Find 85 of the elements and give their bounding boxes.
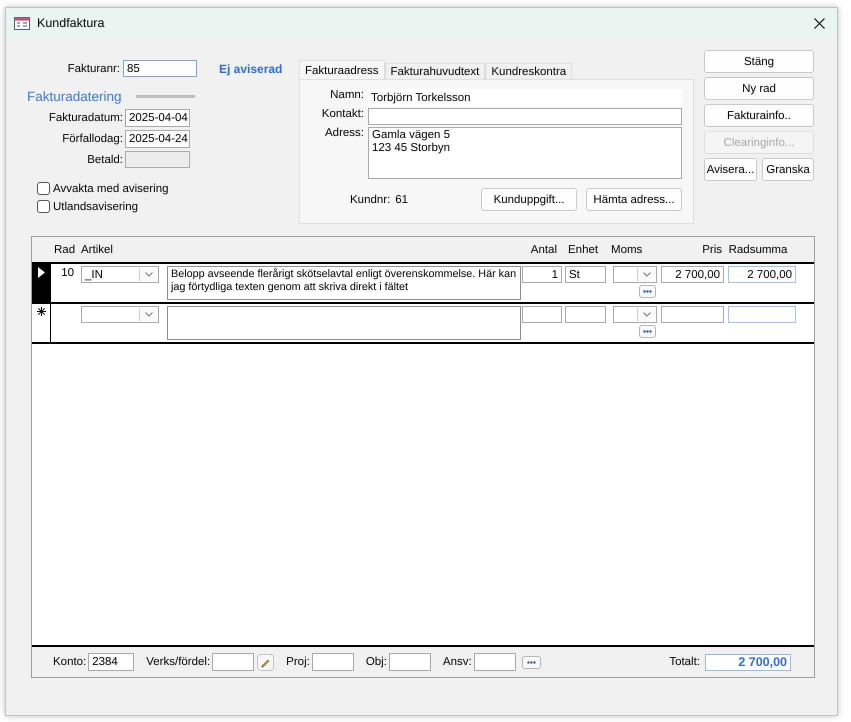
input-field[interactable]: Torbjörn Torkelsson (368, 89, 682, 106)
more-button[interactable] (639, 325, 656, 338)
field-label: Ansv: (442, 656, 472, 668)
table-cell[interactable] (728, 306, 796, 323)
column-header[interactable]: Radsumma (728, 244, 788, 256)
tab[interactable]: Fakturaadress (299, 60, 385, 79)
new-record-icon (36, 307, 46, 316)
checkbox[interactable] (37, 182, 50, 195)
table-cell[interactable]: 2 700,00 (661, 266, 724, 283)
dots-icon (526, 660, 536, 664)
column-header[interactable]: Antal (530, 244, 557, 256)
column-header[interactable]: Artikel (81, 244, 113, 256)
input-field[interactable]: 2384 (88, 653, 134, 671)
table-cell[interactable]: 2 700,00 (728, 266, 796, 283)
input-field[interactable] (474, 653, 516, 671)
checkbox[interactable] (37, 200, 50, 213)
close-icon (814, 18, 825, 28)
field-label: Totalt: (669, 656, 700, 668)
chevron-down-icon (642, 312, 650, 317)
input-field[interactable] (368, 108, 682, 125)
tab[interactable]: Kundreskontra (485, 63, 572, 79)
chevron-down-icon (144, 312, 152, 317)
form-icon (14, 16, 30, 30)
current-record-icon (38, 267, 44, 278)
address-field[interactable]: Gamla vägen 5 123 45 Storbyn (368, 127, 682, 179)
more-button[interactable] (522, 656, 541, 668)
action-button[interactable]: Stäng (704, 50, 814, 73)
customer-number: 61 (395, 194, 408, 206)
action-button[interactable]: Fakturainfo.. (704, 104, 814, 127)
field-label: Namn: (329, 89, 365, 101)
description-field[interactable]: Belopp avseende flerårigt skötselavtal enligt överenskommelse. Här kan jag förtydliga texten genom att skriva direkt i fältet (167, 266, 521, 300)
input-field[interactable] (212, 653, 254, 671)
chevron-down-icon (642, 272, 650, 277)
field-label: Fakturadatum: (48, 112, 124, 124)
total-field: 2 700,00 (705, 654, 791, 670)
row-number: 10 (61, 267, 74, 279)
input-field[interactable]: 85 (123, 60, 197, 77)
action-button[interactable]: Hämta adress... (586, 188, 682, 211)
input-field[interactable]: 2025-04-04 (125, 109, 190, 127)
input-field[interactable] (312, 653, 354, 671)
field-label: Kontakt: (320, 108, 365, 120)
input-field[interactable]: 2025-04-24 (125, 130, 190, 148)
dropdown-button[interactable] (139, 308, 157, 321)
table-cell[interactable] (522, 306, 562, 323)
column-header[interactable]: Enhet (568, 244, 598, 256)
article-dropdown[interactable]: _IN (81, 266, 159, 283)
divider-bar (136, 95, 195, 98)
table-cell[interactable] (661, 306, 724, 323)
table-cell[interactable] (565, 306, 606, 323)
field-label: Konto: (53, 656, 86, 668)
more-button[interactable] (639, 285, 656, 298)
table-cell[interactable]: 1 (522, 266, 562, 283)
table-cell[interactable]: St (565, 266, 606, 283)
field-label: Betald: (86, 154, 124, 166)
chevron-down-icon (144, 272, 152, 277)
dots-icon (643, 330, 652, 333)
field-label: Adress: (324, 127, 365, 139)
field-label: Proj: (286, 656, 310, 668)
field-label: Kundnr: (350, 194, 390, 206)
section-heading: Fakturadatering (27, 89, 122, 104)
field-label: Obj: (366, 656, 387, 668)
dots-icon (643, 290, 652, 293)
edit-button[interactable] (257, 654, 274, 670)
action-button[interactable]: Ny rad (704, 77, 814, 100)
column-header[interactable]: Rad (54, 244, 76, 256)
input-field[interactable] (388, 653, 431, 671)
action-button[interactable]: Avisera... (704, 158, 757, 181)
field-label: Förfallodag: (61, 133, 124, 145)
field-label: Verks/fördel: (146, 656, 210, 668)
checkbox-label: Avvakta med avisering (53, 182, 168, 194)
action-button[interactable]: Granska (762, 158, 814, 181)
column-header[interactable]: Moms (611, 244, 642, 256)
article-dropdown[interactable] (81, 306, 159, 323)
dropdown-button[interactable] (637, 308, 655, 321)
row-selector[interactable] (32, 264, 51, 302)
checkbox-label: Utlandsavisering (53, 200, 138, 212)
description-field[interactable] (167, 306, 521, 340)
column-header[interactable]: Pris (702, 244, 722, 256)
window-title: Kundfaktura (37, 16, 106, 30)
status-text: Ej aviserad (219, 62, 282, 76)
action-button[interactable]: Kunduppgift... (481, 188, 578, 211)
tab[interactable]: Fakturahuvudtext (384, 63, 486, 79)
field-label: Fakturanr: (66, 62, 121, 74)
dropdown-button[interactable] (637, 268, 655, 281)
dropdown-button[interactable] (139, 268, 157, 281)
